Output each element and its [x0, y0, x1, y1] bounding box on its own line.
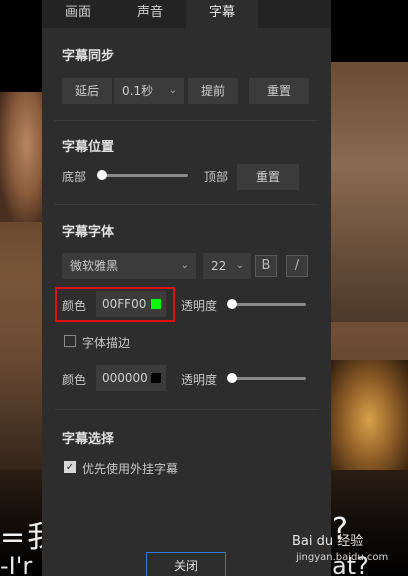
outline-color-field[interactable]: 000000 — [96, 365, 166, 391]
divider — [54, 120, 319, 121]
font-color-label: 颜色 — [62, 299, 87, 313]
outline-opacity-slider[interactable] — [230, 377, 306, 380]
prefer-external-label: 优先使用外挂字幕 — [82, 462, 179, 476]
outline-label: 字体描边 — [82, 336, 131, 350]
outline-color-value: 000000 — [102, 371, 148, 385]
divider — [54, 409, 319, 410]
video-background-board — [330, 62, 408, 322]
baidu-watermark: Bai du 经验 — [292, 534, 364, 549]
position-bottom-label: 底部 — [62, 170, 87, 184]
outline-opacity-slider-knob[interactable] — [227, 373, 237, 383]
selection-section-title: 字幕选择 — [62, 432, 115, 447]
close-button[interactable]: 关闭 — [146, 552, 226, 576]
position-reset-button[interactable]: 重置 — [237, 164, 299, 190]
sync-reset-button[interactable]: 重置 — [249, 78, 309, 104]
outline-color-label: 颜色 — [62, 373, 87, 387]
font-size-value: 22 — [211, 259, 227, 273]
letterbox-corner — [0, 0, 44, 92]
chevron-down-icon: ⌄ — [168, 85, 177, 96]
font-section-title: 字幕字体 — [62, 225, 115, 240]
font-opacity-label: 透明度 — [181, 299, 218, 313]
tab-bar: 画面 声音 字幕 — [42, 0, 331, 28]
outline-opacity-label: 透明度 — [181, 373, 218, 387]
chevron-down-icon: ⌄ — [235, 260, 244, 271]
video-person — [0, 92, 44, 222]
font-family-value: 微软雅黑 — [70, 259, 119, 273]
subtitle-settings-panel: 画面 声音 字幕 字幕同步 延后 0.1秒 ⌄ 提前 重置 字幕位置 底部 顶部… — [42, 0, 331, 576]
tab-sound[interactable]: 声音 — [114, 0, 186, 28]
font-color-value: 00FF00 — [102, 297, 147, 311]
delay-button[interactable]: 延后 — [62, 78, 112, 104]
divider — [54, 204, 319, 205]
font-opacity-slider[interactable] — [230, 303, 306, 306]
font-family-select[interactable]: 微软雅黑 ⌄ — [62, 253, 196, 279]
position-slider[interactable] — [100, 174, 188, 177]
sync-section-title: 字幕同步 — [62, 49, 115, 64]
font-color-swatch[interactable] — [151, 299, 161, 309]
position-section-title: 字幕位置 — [62, 140, 115, 155]
outline-checkbox[interactable] — [64, 335, 76, 347]
prefer-external-checkbox[interactable]: ✓ — [64, 461, 76, 473]
italic-button[interactable]: / — [286, 255, 308, 277]
tab-picture[interactable]: 画面 — [42, 0, 114, 28]
chevron-down-icon: ⌄ — [180, 260, 189, 271]
subtitle-line-2: -I'r — [0, 552, 33, 576]
sync-step-select[interactable]: 0.1秒 ⌄ — [114, 78, 184, 104]
font-opacity-slider-knob[interactable] — [227, 299, 237, 309]
outline-color-swatch[interactable] — [151, 373, 161, 383]
baidu-watermark-url: jingyan.baidu.com — [296, 552, 389, 563]
font-size-select[interactable]: 22 ⌄ — [203, 253, 251, 279]
sync-step-value: 0.1秒 — [122, 84, 154, 98]
position-top-label: 顶部 — [204, 170, 229, 184]
position-slider-knob[interactable] — [97, 170, 107, 180]
bold-button[interactable]: B — [255, 255, 277, 277]
advance-button[interactable]: 提前 — [188, 78, 238, 104]
video-lamp — [330, 360, 408, 480]
tab-subtitle[interactable]: 字幕 — [186, 0, 258, 28]
font-color-field[interactable]: 00FF00 — [96, 291, 166, 317]
